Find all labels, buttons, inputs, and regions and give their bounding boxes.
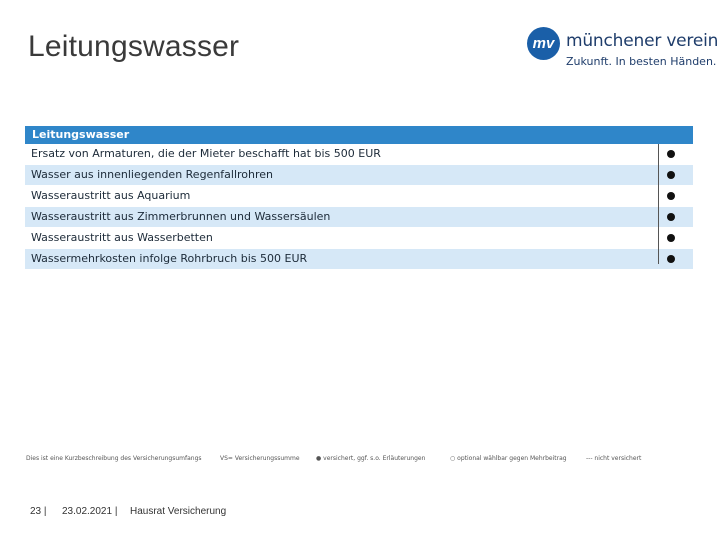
page-title: Leitungswasser [28, 30, 240, 63]
table-row: Wasseraustritt aus Aquarium [25, 186, 693, 207]
footer-product: Hausrat Versicherung [130, 506, 227, 517]
included-dot-icon [667, 192, 675, 200]
included-dot-icon [667, 171, 675, 179]
company-logo: mv münchener verein Zukunft. In besten H… [527, 27, 718, 73]
logo-tagline: Zukunft. In besten Händen. [566, 55, 717, 68]
footer-date: 23.02.2021 | [62, 506, 118, 517]
row-label: Wasseraustritt aus Wasserbetten [31, 231, 213, 244]
table-row: Ersatz von Armaturen, die der Mieter bes… [25, 144, 693, 165]
coverage-table: Leitungswasser Ersatz von Armaturen, die… [25, 126, 693, 270]
legend-optional: ○ optional wählbar gegen Mehrbeitrag [450, 455, 567, 462]
included-dot-icon [667, 255, 675, 263]
logo-name: münchener verein [566, 31, 719, 51]
column-divider [658, 144, 659, 264]
row-label: Wassermehrkosten infolge Rohrbruch bis 5… [31, 252, 308, 265]
row-label: Wasseraustritt aus Zimmerbrunnen und Was… [31, 210, 331, 223]
legend-excluded: --- nicht versichert [586, 455, 642, 462]
row-label: Wasseraustritt aus Aquarium [31, 189, 191, 202]
table-row: Wassermehrkosten infolge Rohrbruch bis 5… [25, 249, 693, 270]
table-row: Wasser aus innenliegenden Regenfallrohre… [25, 165, 693, 186]
logo-mark: mv [527, 27, 560, 60]
row-label: Wasser aus innenliegenden Regenfallrohre… [31, 168, 274, 181]
legend-vs: VS= Versicherungssumme [220, 455, 300, 462]
table-header: Leitungswasser [25, 126, 693, 144]
included-dot-icon [667, 234, 675, 242]
page-number: 23 | [30, 506, 47, 517]
legend-included: ● versichert, ggf. s.o. Erläuterungen [316, 455, 426, 462]
included-dot-icon [667, 150, 675, 158]
table-row: Wasseraustritt aus Wasserbetten [25, 228, 693, 249]
included-dot-icon [667, 213, 675, 221]
table-row: Wasseraustritt aus Zimmerbrunnen und Was… [25, 207, 693, 228]
legend-note: Dies ist eine Kurzbeschreibung des Versi… [26, 455, 202, 462]
row-label: Ersatz von Armaturen, die der Mieter bes… [31, 147, 381, 160]
